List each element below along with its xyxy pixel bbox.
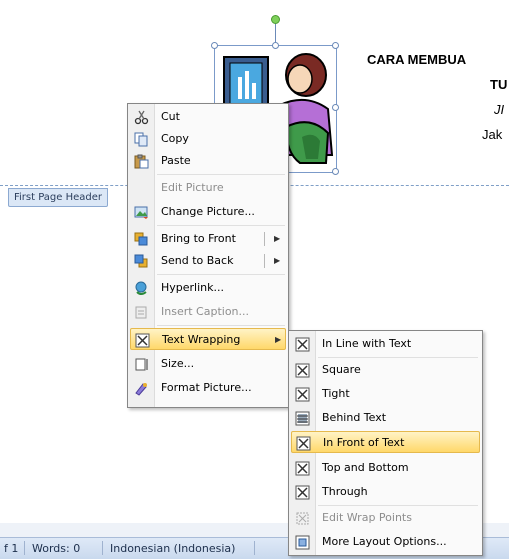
submenu-item-label: In Line with Text [322,337,412,350]
submenu-item-more-layout-options[interactable]: More Layout Options... [291,531,480,553]
menu-item-cut[interactable]: Cut [130,106,286,128]
menu-item-label: Bring to Front [161,232,236,245]
submenu-item-label: In Front of Text [323,436,405,449]
doc-title-line: CARA MEMBUA [367,52,467,67]
submenu-item-label: Edit Wrap Points [322,511,412,524]
status-divider [102,541,103,555]
text-wrapping-submenu: In Line with Text Square Tight Behind Te… [288,330,483,556]
menu-item-label: Text Wrapping [162,333,241,346]
menu-item-label: Format Picture... [161,381,252,394]
wrap-square-icon [295,363,310,378]
menu-item-label: Size... [161,357,195,370]
doc-line-4: Jak [482,127,503,142]
menu-item-hyperlink[interactable]: Hyperlink... [130,277,286,299]
resize-handle-tr[interactable] [332,42,339,49]
submenu-arrow-icon: ▶ [275,335,282,344]
copy-icon [134,132,148,147]
menu-item-insert-caption: Insert Caption... [130,301,286,323]
submenu-item-label: Tight [322,387,350,400]
send-to-back-icon [134,254,148,268]
submenu-item-through[interactable]: Through [291,481,480,503]
submenu-item-label: More Layout Options... [322,535,447,548]
submenu-item-tight[interactable]: Tight [291,383,480,405]
submenu-item-top-and-bottom[interactable]: Top and Bottom [291,457,480,479]
submenu-item-label: Behind Text [322,411,387,424]
scissors-icon [134,110,149,125]
submenu-item-label: Top and Bottom [322,461,409,474]
submenu-item-edit-wrap-points: Edit Wrap Points [291,507,480,529]
wrap-front-icon [296,436,311,451]
caption-icon [135,306,147,319]
text-wrapping-icon [135,333,150,348]
wrap-behind-icon [295,411,310,426]
status-divider [254,541,255,555]
menu-separator [157,274,285,275]
split-divider [264,232,265,246]
menu-item-label: Cut [161,110,180,123]
split-divider [264,254,265,268]
first-page-header-tab[interactable]: First Page Header [8,188,109,207]
resize-handle-mr[interactable] [332,104,339,111]
menu-item-copy[interactable]: Copy [130,128,286,150]
menu-item-format-picture[interactable]: Format Picture... [130,377,286,399]
menu-item-send-to-back[interactable]: Send to Back ▶ [130,250,286,272]
menu-item-label: Hyperlink... [161,281,224,294]
context-menu: Cut Copy Paste Edit Picture Change Pictu… [127,103,289,408]
menu-item-edit-picture: Edit Picture [130,177,286,199]
status-page[interactable]: f 1 [4,542,18,555]
bring-to-front-icon [134,232,148,246]
status-divider [24,541,25,555]
submenu-item-square[interactable]: Square [291,359,480,381]
resize-handle-br[interactable] [332,168,339,175]
edit-wrap-points-icon [296,512,309,525]
menu-item-paste[interactable]: Paste [130,150,286,172]
status-words[interactable]: Words: 0 [32,542,80,555]
menu-item-label: Insert Caption... [161,305,250,318]
menu-separator [157,174,285,175]
submenu-item-in-front-of-text[interactable]: In Front of Text [291,431,480,453]
menu-item-label: Copy [161,132,189,145]
submenu-item-behind-text[interactable]: Behind Text [291,407,480,429]
size-icon [135,358,148,371]
doc-line-3: JI [494,102,505,117]
menu-separator [157,325,285,326]
menu-item-size[interactable]: Size... [130,353,286,375]
wrap-tight-icon [295,387,310,402]
status-language[interactable]: Indonesian (Indonesia) [110,542,235,555]
menu-separator [318,505,478,506]
menu-item-label: Send to Back [161,254,234,267]
submenu-item-inline[interactable]: In Line with Text [291,333,480,355]
wrap-through-icon [295,485,310,500]
hyperlink-icon [135,281,147,295]
menu-item-label: Change Picture... [161,205,255,218]
wrap-inline-icon [295,337,310,352]
menu-item-text-wrapping[interactable]: Text Wrapping ▶ [130,328,286,350]
submenu-item-label: Square [322,363,361,376]
menu-item-label: Paste [161,154,191,167]
submenu-item-label: Through [322,485,368,498]
submenu-arrow-icon[interactable]: ▶ [274,228,280,250]
change-picture-icon [134,206,148,219]
paste-icon [134,154,149,169]
layout-options-icon [295,535,310,550]
rotation-handle[interactable] [271,15,280,24]
wrap-top-bottom-icon [295,461,310,476]
submenu-arrow-icon[interactable]: ▶ [274,250,280,272]
menu-item-bring-to-front[interactable]: Bring to Front ▶ [130,228,286,250]
doc-line-2: TU [490,77,508,92]
menu-item-label: Edit Picture [161,181,224,194]
resize-handle-tl[interactable] [211,42,218,49]
format-picture-icon [135,383,147,396]
menu-separator [318,357,478,358]
menu-separator [157,225,285,226]
menu-item-change-picture[interactable]: Change Picture... [130,201,286,223]
resize-handle-tm[interactable] [272,42,279,49]
